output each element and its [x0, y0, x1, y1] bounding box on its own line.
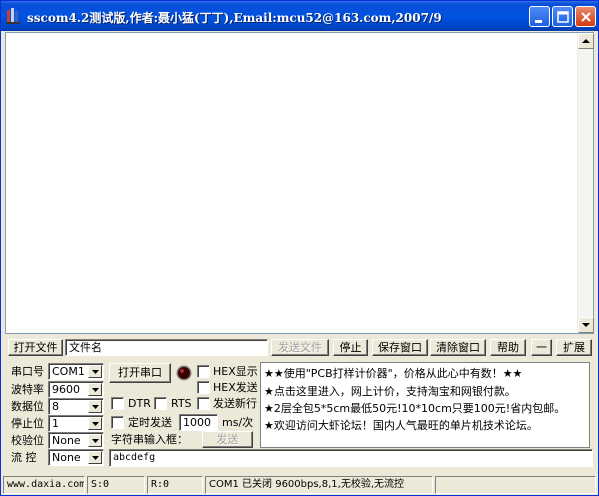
arrow-up-icon [582, 39, 590, 43]
receive-output-area[interactable] [5, 32, 594, 334]
rts-label: RTS [171, 397, 192, 410]
parity-dropdown-button[interactable] [88, 434, 102, 447]
promo-line-4[interactable]: ★欢迎访问大虾论坛！国内人气最旺的单片机技术论坛。 [264, 417, 538, 433]
promo-panel[interactable]: ★★使用"PCB打样计价器"，价格从此心中有数！★★ ★点击这里进入，网上计价，… [260, 362, 590, 448]
timed-send-label: 定时发送 [128, 416, 172, 429]
title-bar[interactable]: sscom4.2测试版,作者:聂小猛(丁丁),Email:mcu52@163.c… [1, 1, 598, 31]
flow-label: 流 控 [11, 451, 37, 464]
stop-button[interactable]: 停止 [333, 339, 368, 356]
arrow-down-icon [582, 323, 590, 327]
input-box-label: 字符串输入框： [111, 433, 188, 446]
interval-input[interactable]: 1000 [179, 414, 218, 431]
parity-label: 校验位 [11, 434, 44, 447]
filename-field[interactable]: 文件名 [65, 339, 268, 356]
send-newline-label: 发送新行 [213, 397, 257, 410]
status-sent-count: S:0 [87, 476, 145, 494]
vertical-scrollbar[interactable] [577, 33, 594, 333]
dtr-label: DTR [128, 397, 151, 410]
baud-label: 波特率 [11, 383, 44, 396]
chevron-down-icon [92, 370, 99, 374]
chevron-down-icon [92, 422, 99, 426]
send-newline-checkbox[interactable] [197, 397, 210, 410]
open-port-button[interactable]: 打开串口 [109, 363, 171, 383]
databits-value: 8 [52, 400, 59, 413]
window-title: sscom4.2测试版,作者:聂小猛(丁丁),Email:mcu52@163.c… [27, 11, 442, 25]
send-input[interactable]: abcdefg [109, 449, 593, 467]
rts-checkbox[interactable] [154, 397, 167, 410]
parity-select[interactable]: None [48, 432, 104, 449]
expand-button[interactable]: 扩展 [556, 339, 592, 356]
minimize-icon [535, 20, 542, 23]
chevron-down-icon [92, 388, 99, 392]
baud-select[interactable]: 9600 [48, 381, 104, 398]
status-bar: www.daxia.com S:0 R:0 COM1 已关闭 9600bps,8… [1, 475, 598, 495]
port-value: COM1 [52, 365, 85, 378]
stopbits-label: 停止位 [11, 417, 44, 430]
databits-dropdown-button[interactable] [88, 400, 102, 413]
promo-line-3[interactable]: ★2层全包5*5cm最低50元!10*10cm只要100元!省内包邮。 [264, 400, 565, 416]
scroll-up-button[interactable] [578, 33, 594, 49]
flow-dropdown-button[interactable] [88, 451, 102, 464]
hex-send-label: HEX发送 [213, 381, 258, 394]
status-extra [435, 476, 596, 494]
help-button[interactable]: 帮助 [490, 339, 526, 356]
flow-value: None [52, 451, 81, 464]
promo-line-1[interactable]: ★★使用"PCB打样计价器"，价格从此心中有数！★★ [264, 365, 522, 381]
stopbits-dropdown-button[interactable] [88, 417, 102, 430]
baud-dropdown-button[interactable] [88, 383, 102, 396]
port-dropdown-button[interactable] [88, 365, 102, 378]
send-file-button[interactable]: 发送文件 [271, 339, 329, 356]
hex-display-checkbox[interactable] [197, 365, 210, 378]
flow-select[interactable]: None [48, 449, 104, 466]
chevron-down-icon [92, 456, 99, 460]
interval-unit-label: ms/次 [222, 416, 254, 429]
databits-select[interactable]: 8 [48, 398, 104, 415]
status-site[interactable]: www.daxia.com [3, 476, 85, 494]
maximize-button[interactable] [552, 6, 573, 27]
clear-window-button[interactable]: 清除窗口 [430, 339, 486, 356]
open-file-button[interactable]: 打开文件 [8, 339, 63, 356]
chevron-down-icon [92, 439, 99, 443]
timed-send-checkbox[interactable] [111, 416, 124, 429]
close-icon [581, 12, 591, 22]
port-select[interactable]: COM1 [48, 363, 104, 380]
status-received-count: R:0 [147, 476, 203, 494]
close-button[interactable] [575, 6, 596, 27]
hex-display-label: HEX显示 [213, 365, 258, 378]
status-port-info: COM1 已关闭 9600bps,8,1,无校验,无流控 [205, 476, 433, 494]
promo-line-2[interactable]: ★点击这里进入，网上计价，支持淘宝和网银付款。 [264, 383, 516, 399]
port-label: 串口号 [11, 365, 44, 378]
maximize-icon [557, 11, 569, 23]
dtr-checkbox[interactable] [111, 397, 124, 410]
save-window-button[interactable]: 保存窗口 [372, 339, 428, 356]
databits-label: 数据位 [11, 400, 44, 413]
main-window: sscom4.2测试版,作者:聂小猛(丁丁),Email:mcu52@163.c… [0, 0, 599, 496]
stopbits-select[interactable]: 1 [48, 415, 104, 432]
port-status-led-icon [176, 365, 192, 381]
scroll-down-button[interactable] [578, 317, 594, 333]
hex-send-checkbox[interactable] [197, 381, 210, 394]
collapse-button[interactable]: 一 [531, 339, 552, 356]
chevron-down-icon [92, 405, 99, 409]
send-button[interactable]: 发送 [202, 431, 253, 448]
stopbits-value: 1 [52, 417, 59, 430]
baud-value: 9600 [52, 383, 80, 396]
parity-value: None [52, 434, 81, 447]
minimize-button[interactable] [529, 6, 550, 27]
app-icon [6, 8, 20, 24]
